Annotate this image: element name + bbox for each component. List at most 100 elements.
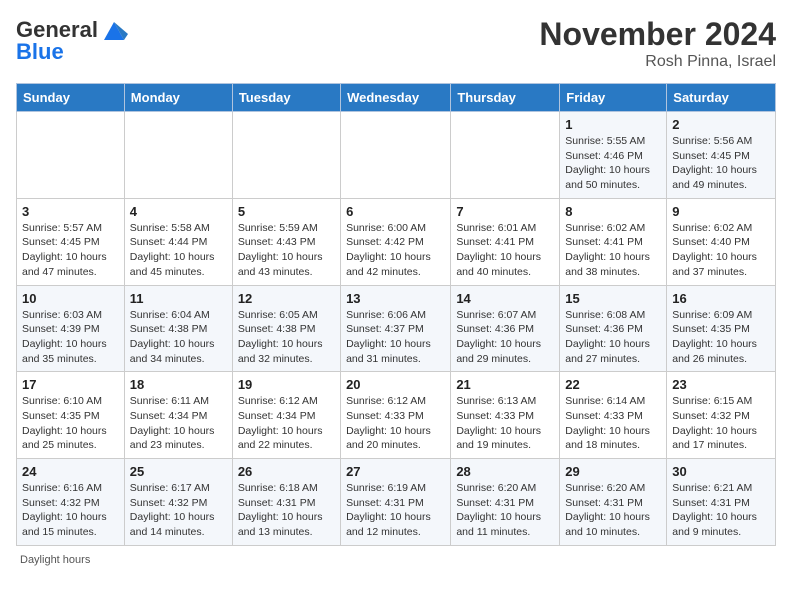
day-number: 17 — [22, 377, 119, 392]
day-info: Sunrise: 5:56 AM Sunset: 4:45 PM Dayligh… — [672, 134, 770, 193]
day-number: 16 — [672, 291, 770, 306]
calendar-cell: 29Sunrise: 6:20 AM Sunset: 4:31 PM Dayli… — [560, 459, 667, 546]
calendar-cell: 23Sunrise: 6:15 AM Sunset: 4:32 PM Dayli… — [667, 372, 776, 459]
calendar-header-thursday: Thursday — [451, 84, 560, 112]
day-info: Sunrise: 6:13 AM Sunset: 4:33 PM Dayligh… — [456, 394, 554, 453]
day-number: 12 — [238, 291, 335, 306]
day-info: Sunrise: 5:59 AM Sunset: 4:43 PM Dayligh… — [238, 221, 335, 280]
calendar-cell — [341, 112, 451, 199]
day-number: 20 — [346, 377, 445, 392]
day-number: 8 — [565, 204, 661, 219]
month-title: November 2024 — [539, 16, 776, 53]
day-info: Sunrise: 6:18 AM Sunset: 4:31 PM Dayligh… — [238, 481, 335, 540]
calendar-header-saturday: Saturday — [667, 84, 776, 112]
day-number: 28 — [456, 464, 554, 479]
day-info: Sunrise: 6:20 AM Sunset: 4:31 PM Dayligh… — [456, 481, 554, 540]
calendar-cell: 28 Sunrise: 6:20 AM Sunset: 4:31 PM Dayli… — [451, 459, 560, 546]
calendar-cell: 15Sunrise: 6:08 AM Sunset: 4:36 PM Dayli… — [560, 285, 667, 372]
location: Rosh Pinna, Israel — [539, 53, 776, 71]
day-number: 14 — [456, 291, 554, 306]
calendar-cell: 19 Sunrise: 6:12 AM Sunset: 4:34 PM Dayli… — [232, 372, 340, 459]
calendar-week-row: 3Sunrise: 5:57 AM Sunset: 4:45 PM Daylig… — [17, 198, 776, 285]
day-number: 4 — [130, 204, 227, 219]
calendar-cell: 24 Sunrise: 6:16 AM Sunset: 4:32 PM Dayli… — [17, 459, 125, 546]
day-number: 26 — [238, 464, 335, 479]
calendar: SundayMondayTuesdayWednesdayThursdayFrid… — [16, 83, 776, 546]
day-number: 25 — [130, 464, 227, 479]
day-number: 30 — [672, 464, 770, 479]
day-info: Sunrise: 6:01 AM Sunset: 4:41 PM Dayligh… — [456, 221, 554, 280]
calendar-cell: 26 Sunrise: 6:18 AM Sunset: 4:31 PM Dayli… — [232, 459, 340, 546]
calendar-cell: 2 Sunrise: 5:56 AM Sunset: 4:45 PM Daylig… — [667, 112, 776, 199]
calendar-cell — [124, 112, 232, 199]
day-info: Sunrise: 6:16 AM Sunset: 4:32 PM Dayligh… — [22, 481, 119, 540]
day-number: 18 — [130, 377, 227, 392]
day-number: 9 — [672, 204, 770, 219]
day-number: 1 — [565, 117, 661, 132]
day-number: 10 — [22, 291, 119, 306]
day-info: Sunrise: 6:10 AM Sunset: 4:35 PM Dayligh… — [22, 394, 119, 453]
day-info: Sunrise: 6:12 AM Sunset: 4:33 PM Dayligh… — [346, 394, 445, 453]
day-info: Sunrise: 6:06 AM Sunset: 4:37 PM Dayligh… — [346, 308, 445, 367]
calendar-week-row: 24 Sunrise: 6:16 AM Sunset: 4:32 PM Dayli… — [17, 459, 776, 546]
day-info: Sunrise: 6:19 AM Sunset: 4:31 PM Dayligh… — [346, 481, 445, 540]
footer: Daylight hours — [16, 554, 776, 566]
day-number: 24 — [22, 464, 119, 479]
calendar-cell: 6Sunrise: 6:00 AM Sunset: 4:42 PM Daylig… — [341, 198, 451, 285]
calendar-header-monday: Monday — [124, 84, 232, 112]
calendar-cell: 22 Sunrise: 6:14 AM Sunset: 4:33 PM Dayli… — [560, 372, 667, 459]
calendar-header-row: SundayMondayTuesdayWednesdayThursdayFrid… — [17, 84, 776, 112]
calendar-header-friday: Friday — [560, 84, 667, 112]
page: General Blue November 2024 Rosh Pinna, I… — [0, 0, 792, 576]
day-info: Sunrise: 5:55 AM Sunset: 4:46 PM Dayligh… — [565, 134, 661, 193]
calendar-header-sunday: Sunday — [17, 84, 125, 112]
day-number: 2 — [672, 117, 770, 132]
calendar-cell: 27 Sunrise: 6:19 AM Sunset: 4:31 PM Dayli… — [341, 459, 451, 546]
title-area: November 2024 Rosh Pinna, Israel — [539, 16, 776, 71]
day-info: Sunrise: 6:21 AM Sunset: 4:31 PM Dayligh… — [672, 481, 770, 540]
calendar-cell: 1 Sunrise: 5:55 AM Sunset: 4:46 PM Daylig… — [560, 112, 667, 199]
day-number: 19 — [238, 377, 335, 392]
day-number: 5 — [238, 204, 335, 219]
calendar-cell — [17, 112, 125, 199]
day-number: 11 — [130, 291, 227, 306]
day-number: 13 — [346, 291, 445, 306]
calendar-cell: 16 Sunrise: 6:09 AM Sunset: 4:35 PM Dayli… — [667, 285, 776, 372]
calendar-cell: 14Sunrise: 6:07 AM Sunset: 4:36 PM Dayli… — [451, 285, 560, 372]
day-number: 22 — [565, 377, 661, 392]
calendar-cell: 13 Sunrise: 6:06 AM Sunset: 4:37 PM Dayli… — [341, 285, 451, 372]
calendar-cell: 4 Sunrise: 5:58 AM Sunset: 4:44 PM Daylig… — [124, 198, 232, 285]
day-number: 7 — [456, 204, 554, 219]
calendar-cell — [451, 112, 560, 199]
calendar-cell: 9Sunrise: 6:02 AM Sunset: 4:40 PM Daylig… — [667, 198, 776, 285]
day-info: Sunrise: 6:09 AM Sunset: 4:35 PM Dayligh… — [672, 308, 770, 367]
logo-icon — [100, 16, 128, 44]
calendar-cell: 30 Sunrise: 6:21 AM Sunset: 4:31 PM Dayli… — [667, 459, 776, 546]
calendar-header-wednesday: Wednesday — [341, 84, 451, 112]
header: General Blue November 2024 Rosh Pinna, I… — [16, 16, 776, 71]
day-info: Sunrise: 6:17 AM Sunset: 4:32 PM Dayligh… — [130, 481, 227, 540]
calendar-cell: 17 Sunrise: 6:10 AM Sunset: 4:35 PM Dayli… — [17, 372, 125, 459]
day-info: Sunrise: 6:14 AM Sunset: 4:33 PM Dayligh… — [565, 394, 661, 453]
day-number: 23 — [672, 377, 770, 392]
day-info: Sunrise: 5:58 AM Sunset: 4:44 PM Dayligh… — [130, 221, 227, 280]
calendar-cell: 7 Sunrise: 6:01 AM Sunset: 4:41 PM Daylig… — [451, 198, 560, 285]
calendar-cell: 20 Sunrise: 6:12 AM Sunset: 4:33 PM Dayli… — [341, 372, 451, 459]
day-info: Sunrise: 6:02 AM Sunset: 4:41 PM Dayligh… — [565, 221, 661, 280]
calendar-cell: 8 Sunrise: 6:02 AM Sunset: 4:41 PM Daylig… — [560, 198, 667, 285]
calendar-week-row: 17 Sunrise: 6:10 AM Sunset: 4:35 PM Dayli… — [17, 372, 776, 459]
footer-text: Daylight hours — [20, 554, 90, 566]
day-number: 27 — [346, 464, 445, 479]
day-number: 6 — [346, 204, 445, 219]
day-number: 3 — [22, 204, 119, 219]
calendar-cell: 12 Sunrise: 6:05 AM Sunset: 4:38 PM Dayli… — [232, 285, 340, 372]
logo: General Blue — [16, 16, 128, 64]
calendar-cell — [232, 112, 340, 199]
calendar-cell: 25 Sunrise: 6:17 AM Sunset: 4:32 PM Dayli… — [124, 459, 232, 546]
calendar-header-tuesday: Tuesday — [232, 84, 340, 112]
calendar-cell: 18Sunrise: 6:11 AM Sunset: 4:34 PM Dayli… — [124, 372, 232, 459]
calendar-cell: 21Sunrise: 6:13 AM Sunset: 4:33 PM Dayli… — [451, 372, 560, 459]
calendar-cell: 10Sunrise: 6:03 AM Sunset: 4:39 PM Dayli… — [17, 285, 125, 372]
day-info: Sunrise: 6:05 AM Sunset: 4:38 PM Dayligh… — [238, 308, 335, 367]
day-info: Sunrise: 6:12 AM Sunset: 4:34 PM Dayligh… — [238, 394, 335, 453]
